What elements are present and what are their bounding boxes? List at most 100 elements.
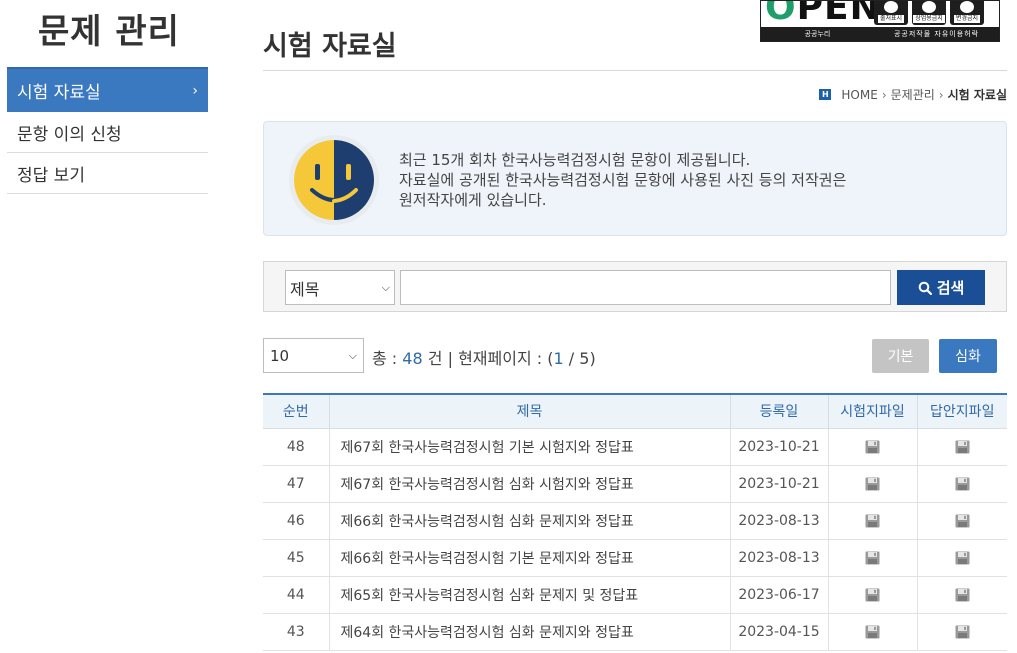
answer-file-download[interactable] [916,465,1007,503]
notice-box: 최근 15개 회차 한국사능력검정시험 문항이 제공됩니다. 자료실에 공개된 … [263,121,1007,236]
search-field-select[interactable]: 제목 ⌵ [285,270,395,305]
search-button-label: 검색 [936,279,965,297]
column-header-date: 등록일 [729,393,828,429]
floppy-disk-icon [955,587,970,603]
notice-text: 최근 15개 회차 한국사능력검정시험 문항이 제공됩니다. 자료실에 공개된 … [399,150,846,210]
table-row: 45 제66회 한국사능력검정시험 기본 문제지와 정답표 2023-08-13 [263,539,1007,577]
chevron-right-icon: › [881,87,887,102]
exam-file-download[interactable] [827,428,917,466]
exam-archive-table: 순번 제목 등록일 시험지파일 답안지파일 48 제67회 한국사능력검정시험 기… [263,393,1007,651]
result-summary: 총 : 48 건 | 현재페이지 : (1 / 5) [372,349,596,368]
page-size-value: 10 [270,346,290,365]
answer-file-download[interactable] [916,502,1007,540]
sidebar-title: 문제 관리 [38,12,180,52]
row-date: 2023-06-17 [729,576,828,614]
notice-line: 최근 15개 회차 한국사능력검정시험 문항이 제공됩니다. [399,151,751,169]
floppy-disk-icon [865,476,880,492]
answer-file-download[interactable] [916,539,1007,577]
sidebar-item-answers[interactable]: 정답 보기 [7,153,208,194]
breadcrumb-home[interactable]: HOME [841,88,877,102]
no-derivatives-icon: 변경금지 [950,1,984,25]
search-button[interactable]: 검색 [897,270,985,305]
floppy-disk-icon [955,550,970,566]
breadcrumb-current: 시험 자료실 [947,88,1007,102]
search-panel: 제목 ⌵ 검색 [263,261,1007,312]
chevron-down-icon: ⌵ [381,280,390,294]
notice-line: 원저작자에게 있습니다. [399,191,547,209]
table-row: 43 제64회 한국사능력검정시험 심화 문제지와 정답표 2023-04-15 [263,613,1007,651]
open-logo-text: OPEN [765,0,881,28]
license-icons: 출처표시 상업용금지 변경금지 [874,1,984,25]
row-number: 45 [263,539,329,577]
smiley-face-icon [289,135,379,225]
row-title-link[interactable]: 제67회 한국사능력검정시험 심화 시험지와 정답표 [328,465,730,503]
row-number: 47 [263,465,329,503]
floppy-disk-icon [865,624,880,640]
page-title: 시험 자료실 [263,31,397,62]
floppy-disk-icon [865,513,880,529]
sidebar-item-objection[interactable]: 문항 이의 신청 [7,112,208,153]
row-date: 2023-10-21 [729,465,828,503]
row-title-link[interactable]: 제66회 한국사능력검정시험 기본 문제지와 정답표 [328,539,730,577]
search-field-value: 제목 [290,279,320,299]
notice-line: 자료실에 공개된 한국사능력검정시험 문항에 사용된 사진 등의 저작권은 [399,171,847,189]
breadcrumb: H HOME › 문제관리 › 시험 자료실 [819,86,1007,103]
column-header-answer-file: 답안지파일 [916,393,1007,429]
floppy-disk-icon [955,513,970,529]
row-title-link[interactable]: 제64회 한국사능력검정시험 심화 문제지와 정답표 [328,613,730,651]
column-header-no: 순번 [263,393,329,429]
search-icon [918,281,932,295]
floppy-disk-icon [865,439,880,455]
sidebar-item-label: 시험 자료실 [17,83,101,103]
chevron-right-icon: › [192,82,198,99]
row-number: 48 [263,428,329,466]
row-date: 2023-08-13 [729,539,828,577]
table-row: 44 제65회 한국사능력검정시험 심화 문제지 및 정답표 2023-06-17 [263,576,1007,614]
row-number: 46 [263,502,329,540]
row-date: 2023-10-21 [729,428,828,466]
row-title-link[interactable]: 제66회 한국사능력검정시험 심화 문제지와 정답표 [328,502,730,540]
breadcrumb-section[interactable]: 문제관리 [891,86,935,103]
basic-filter-button[interactable]: 기본 [872,339,929,373]
exam-file-download[interactable] [827,502,917,540]
exam-file-download[interactable] [827,576,917,614]
sidebar-menu: 시험 자료실 › 문항 이의 신청 정답 보기 [7,67,208,194]
row-number: 44 [263,576,329,614]
header-divider [263,70,1007,71]
sidebar-item-exam-archive[interactable]: 시험 자료실 › [7,69,208,112]
column-header-title: 제목 [328,393,730,429]
answer-file-download[interactable] [916,428,1007,466]
floppy-disk-icon [865,550,880,566]
column-header-exam-file: 시험지파일 [827,393,917,429]
sidebar-item-label: 문항 이의 신청 [17,124,122,145]
row-date: 2023-08-13 [729,502,828,540]
row-title-link[interactable]: 제67회 한국사능력검정시험 기본 시험지와 정답표 [328,428,730,466]
exam-file-download[interactable] [827,465,917,503]
floppy-disk-icon [955,624,970,640]
floppy-disk-icon [865,587,880,603]
total-pages: 5 [579,349,590,368]
table-header-row: 순번 제목 등록일 시험지파일 답안지파일 [263,393,1007,429]
page-size-select[interactable]: 10 ⌵ [263,338,364,373]
total-count: 48 [402,349,423,368]
search-input[interactable] [400,270,891,305]
floppy-disk-icon [955,439,970,455]
answer-file-download[interactable] [916,576,1007,614]
row-number: 43 [263,613,329,651]
current-page: 1 [553,349,564,368]
kogl-open-badge: OPEN 출처표시 상업용금지 변경금지 공공누리 공공저작물 자유이용허락 [760,0,1000,42]
chevron-down-icon: ⌵ [348,348,357,362]
table-row: 48 제67회 한국사능력검정시험 기본 시험지와 정답표 2023-10-21 [263,428,1007,466]
answer-file-download[interactable] [916,613,1007,651]
table-row: 47 제67회 한국사능력검정시험 심화 시험지와 정답표 2023-10-21 [263,465,1007,503]
advanced-filter-button[interactable]: 심화 [939,339,997,373]
table-row: 46 제66회 한국사능력검정시험 심화 문제지와 정답표 2023-08-13 [263,502,1007,540]
row-title-link[interactable]: 제65회 한국사능력검정시험 심화 문제지 및 정답표 [328,576,730,614]
exam-file-download[interactable] [827,613,917,651]
sidebar-item-label: 정답 보기 [17,165,85,186]
row-date: 2023-04-15 [729,613,828,651]
floppy-disk-icon [955,476,970,492]
exam-file-download[interactable] [827,539,917,577]
home-icon: H [819,89,832,100]
noncommercial-icon: 상업용금지 [912,1,946,25]
